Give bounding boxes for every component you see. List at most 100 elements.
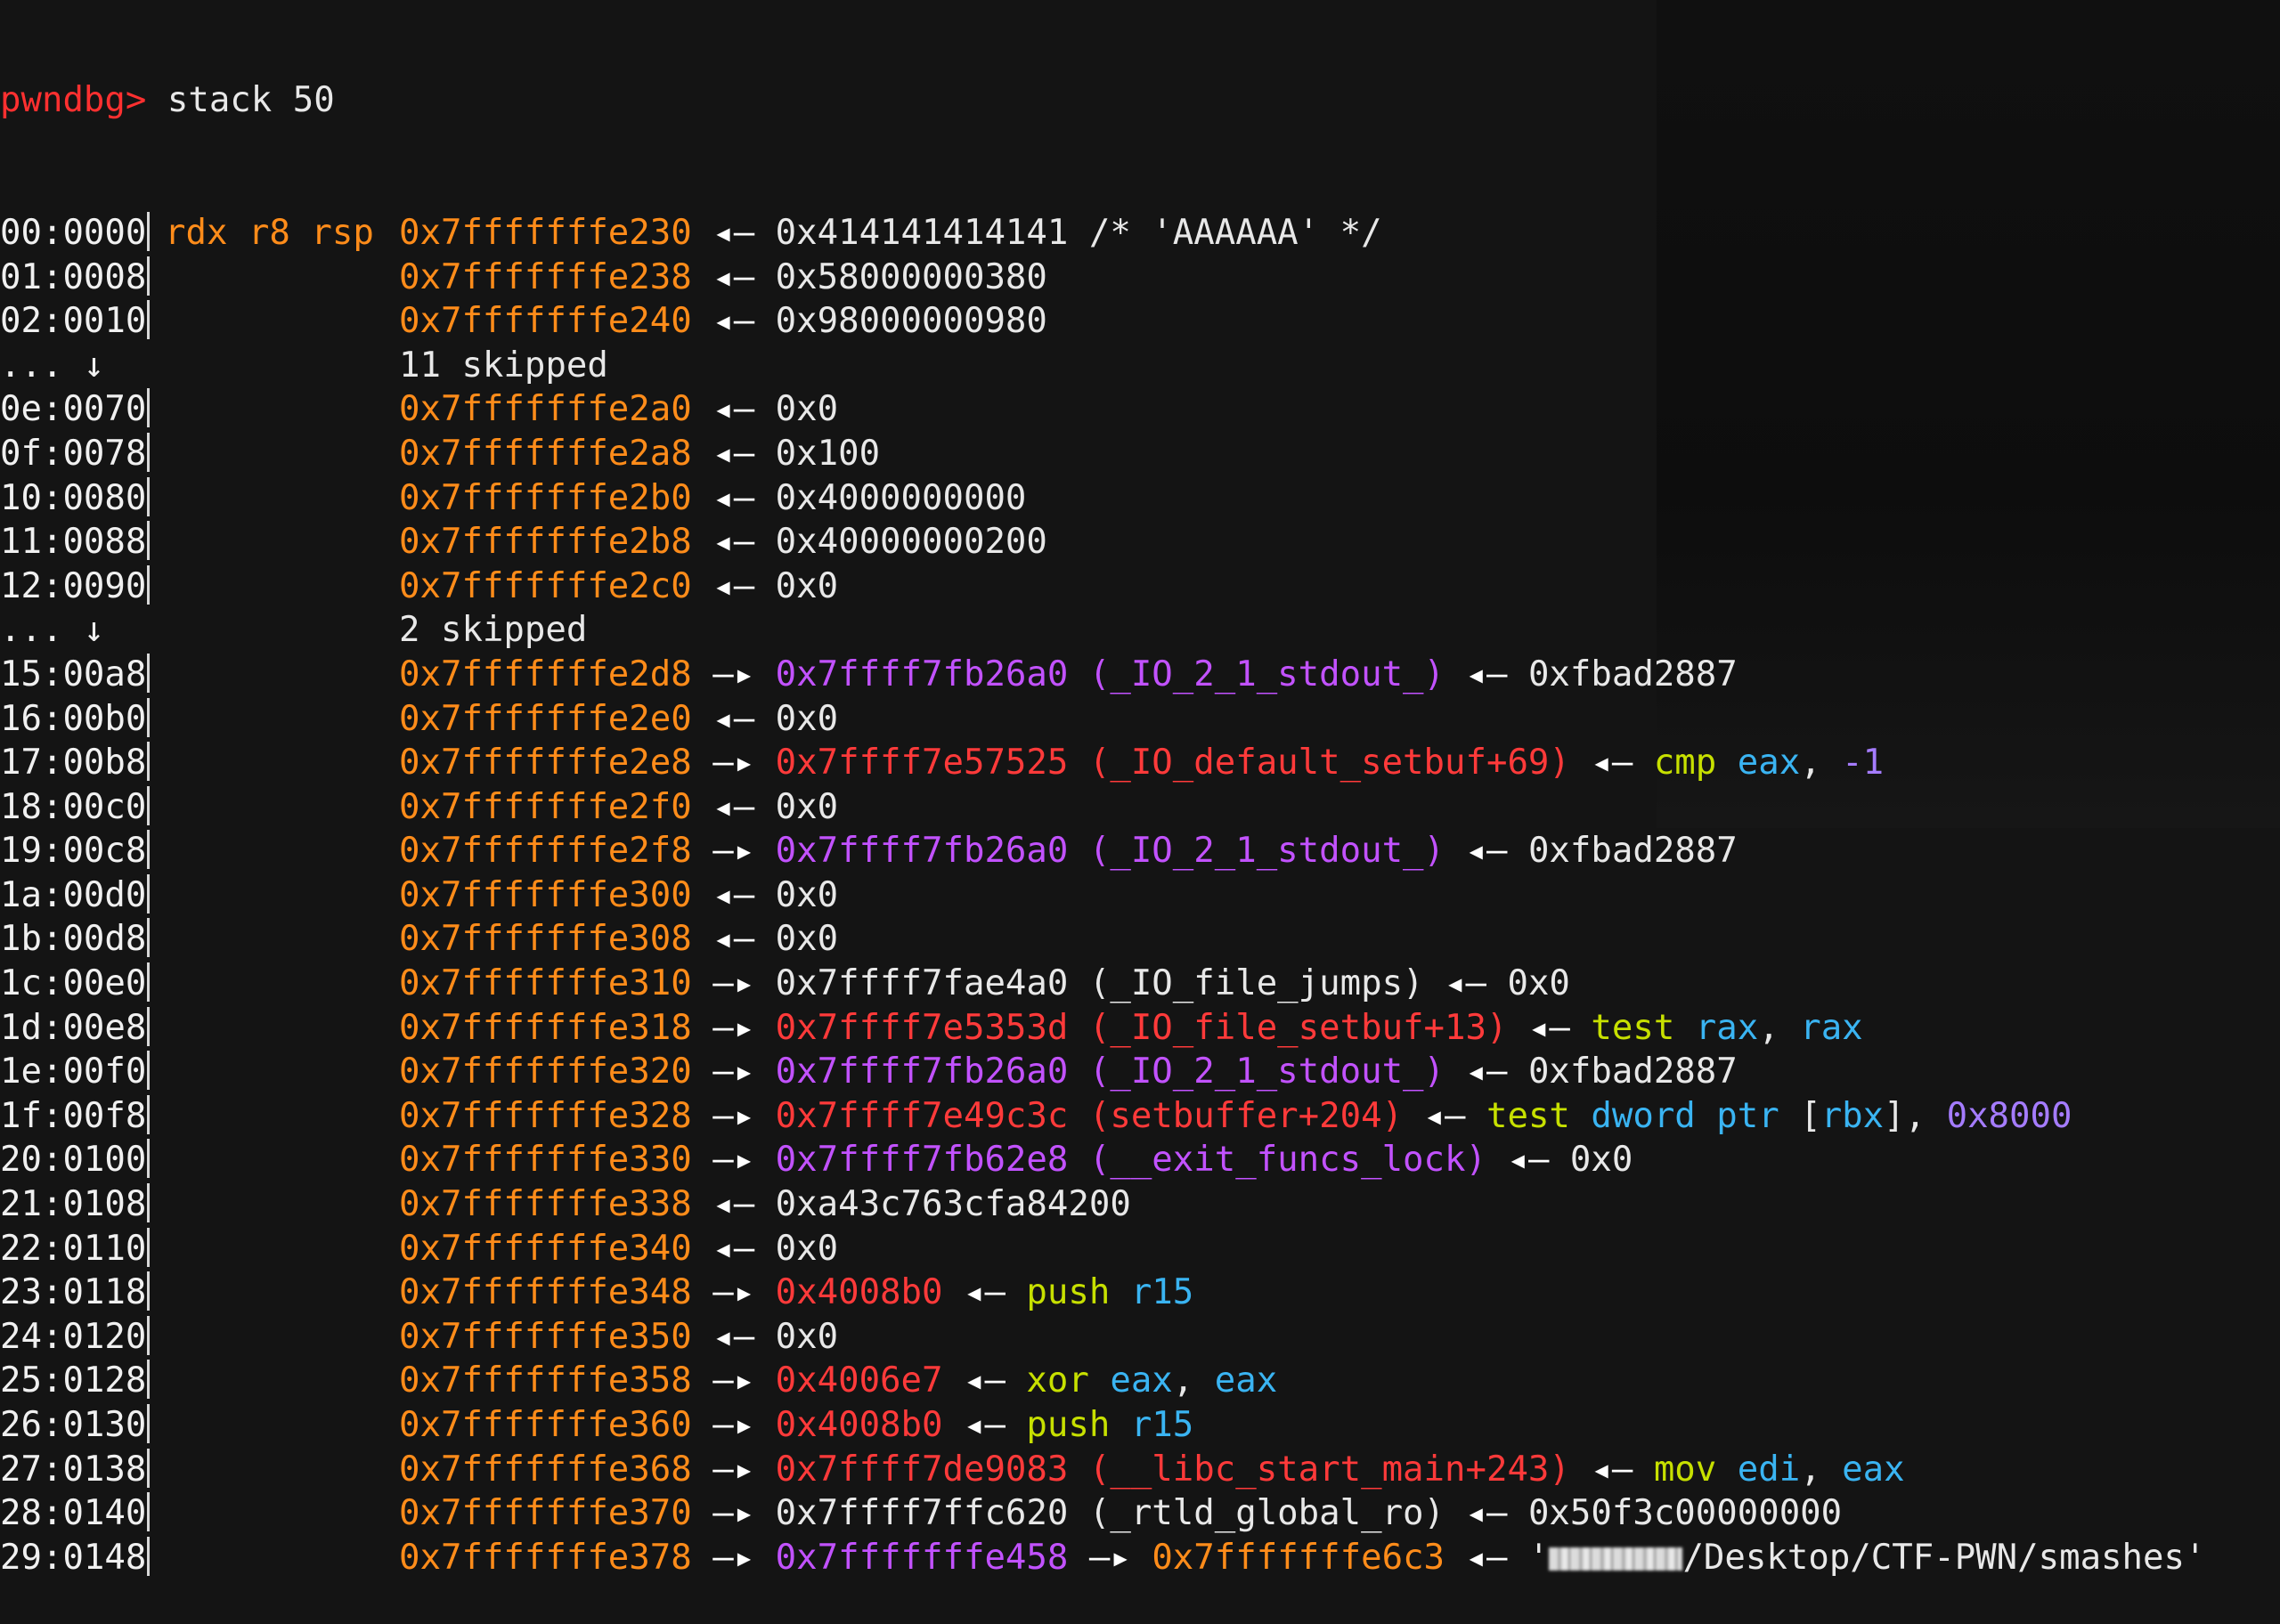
value-part: 0xfbad2887	[1527, 831, 1738, 872]
value-part: 0xa43c763cfa84200	[775, 1184, 1131, 1225]
value-part: ,	[1172, 1360, 1215, 1401]
value-part: -1	[1842, 743, 1885, 784]
command-text: stack 50	[146, 80, 335, 121]
stack-address: 0x7fffffffe320	[399, 1052, 692, 1092]
value-part: 0x0	[775, 565, 839, 606]
value-part: ,	[1800, 1449, 1843, 1490]
stack-row: 19:00c8 0x7fffffffe2f8 —▸ 0x7ffff7fb26a0 …	[0, 829, 2205, 873]
stack-row: 1c:00e0 0x7fffffffe310 —▸ 0x7ffff7fae4a0 …	[0, 962, 2205, 1006]
value-part: ◂—	[1445, 1493, 1528, 1534]
stack-row: 02:0010 0x7fffffffe240 ◂— 0x98000000980	[0, 299, 2205, 344]
value-part: 0x7ffff7e49c3c (setbuffer+204)	[775, 1095, 1404, 1136]
stack-row: 01:0008 0x7fffffffe238 ◂— 0x58000000380	[0, 256, 2205, 300]
value-part: 0x7ffff7de9083 (__libc_start_main+243)	[775, 1449, 1570, 1490]
value-part: 0xfbad2887	[1527, 1052, 1738, 1092]
stack-row: 1a:00d0 0x7fffffffe300 ◂— 0x0	[0, 873, 2205, 918]
value-part: /Desktop/CTF-PWN/smashes'	[1682, 1537, 2206, 1578]
value-part: 0x7ffff7ffc620 (_rtld_global_ro)	[775, 1493, 1445, 1534]
value-part: 0x7ffff7e5353d (_IO_file_setbuf+13)	[775, 1007, 1508, 1048]
value-part: 0x0	[775, 1316, 839, 1357]
pointer-arrow: —▸	[691, 1272, 776, 1313]
pointer-arrow: —▸	[691, 1007, 776, 1048]
pointer-arrow: —▸	[691, 1449, 776, 1490]
value-part: mov	[1653, 1449, 1738, 1490]
stack-address: 0x7fffffffe368	[399, 1449, 692, 1490]
value-part: 0x7ffff7fb62e8 (__exit_funcs_lock)	[775, 1140, 1486, 1181]
pointer-arrow: ◂—	[691, 1184, 776, 1225]
stack-row: 0f:0078 0x7fffffffe2a8 ◂— 0x100	[0, 432, 2205, 476]
column-separator	[147, 1051, 150, 1091]
column-separator	[147, 1536, 150, 1576]
stack-offset: 23:0118	[0, 1272, 147, 1313]
stack-address: 0x7fffffffe310	[399, 963, 692, 1004]
value-part: ◂—	[1403, 1095, 1486, 1136]
stack-offset: 10:0080	[0, 477, 147, 518]
value-part: 0x40000000200	[775, 522, 1047, 563]
stack-address: 0x7fffffffe370	[399, 1493, 692, 1534]
stack-row: 26:0130 0x7fffffffe360 —▸ 0x4008b0 ◂— pus…	[0, 1403, 2205, 1448]
value-part: [	[1800, 1095, 1821, 1136]
stack-address: 0x7fffffffe2e0	[399, 698, 692, 739]
pointer-arrow: ◂—	[691, 256, 776, 297]
value-part: —▸	[1068, 1537, 1152, 1578]
value-part: 0x98000000980	[775, 301, 1047, 342]
stack-address: 0x7fffffffe240	[399, 301, 692, 342]
stack-offset: 25:0128	[0, 1360, 147, 1401]
pointer-arrow: —▸	[691, 743, 776, 784]
value-part: ◂—	[1445, 1052, 1528, 1092]
value-part: ◂—	[942, 1405, 1027, 1445]
value-part: 0xfbad2887	[1527, 654, 1738, 694]
pointer-arrow: —▸	[691, 1095, 776, 1136]
value-part: 0x7ffff7e57525 (_IO_default_setbuf+69)	[775, 743, 1570, 784]
column-separator	[147, 873, 150, 914]
skip-marker: ... ↓	[0, 610, 105, 651]
value-part: push	[1026, 1405, 1131, 1445]
stack-offset: 12:0090	[0, 565, 147, 606]
stack-address: 0x7fffffffe300	[399, 874, 692, 915]
column-separator	[147, 1139, 150, 1179]
value-part: cmp	[1653, 743, 1738, 784]
stack-offset: 27:0138	[0, 1449, 147, 1490]
column-separator	[147, 1360, 150, 1400]
stack-offset: 1d:00e8	[0, 1007, 147, 1048]
stack-address: 0x7fffffffe378	[399, 1537, 692, 1578]
value-part: rax	[1800, 1007, 1863, 1048]
column-separator	[147, 1492, 150, 1532]
column-separator	[147, 1271, 150, 1311]
stack-row: 28:0140 0x7fffffffe370 —▸ 0x7ffff7ffc620 …	[0, 1491, 2205, 1536]
value-part: 0x7ffff7fb26a0 (_IO_2_1_stdout_)	[775, 654, 1445, 694]
stack-row: 27:0138 0x7fffffffe368 —▸ 0x7ffff7de9083 …	[0, 1448, 2205, 1492]
column-separator	[147, 918, 150, 958]
value-part: ],	[1884, 1095, 1947, 1136]
stack-offset: 1b:00d8	[0, 919, 147, 960]
stack-offset: 28:0140	[0, 1493, 147, 1534]
value-part: dword ptr	[1591, 1095, 1801, 1136]
column-separator	[147, 521, 150, 561]
value-part: ◂—	[1423, 963, 1508, 1004]
stack-offset: 0e:0070	[0, 389, 147, 430]
column-separator	[147, 1315, 150, 1355]
skip-count: 11 skipped	[399, 345, 608, 386]
stack-row: 1e:00f0 0x7fffffffe320 —▸ 0x7ffff7fb26a0 …	[0, 1050, 2205, 1094]
column-separator	[147, 1006, 150, 1046]
pointer-arrow: ◂—	[691, 786, 776, 827]
skipped-row: ... ↓ 2 skipped	[0, 608, 2205, 653]
stack-offset: 17:00b8	[0, 743, 147, 784]
stack-offset: 11:0088	[0, 522, 147, 563]
stack-offset: 24:0120	[0, 1316, 147, 1357]
value-part: ◂—	[1445, 1537, 1528, 1578]
pointer-arrow: ◂—	[691, 698, 776, 739]
stack-row: 00:0000 rdx r8 rsp 0x7fffffffe230 ◂— 0x414…	[0, 211, 2205, 256]
stack-row: 16:00b0 0x7fffffffe2e0 ◂— 0x0	[0, 697, 2205, 742]
value-part: 0x0	[775, 874, 839, 915]
pointer-arrow: ◂—	[691, 522, 776, 563]
value-part: 0x0	[775, 389, 839, 430]
stack-address: 0x7fffffffe340	[399, 1228, 692, 1269]
stack-row: 24:0120 0x7fffffffe350 ◂— 0x0	[0, 1315, 2205, 1360]
column-separator	[147, 256, 150, 296]
value-part: ◂—	[942, 1272, 1027, 1313]
stack-address: 0x7fffffffe2b0	[399, 477, 692, 518]
stack-offset: 15:00a8	[0, 654, 147, 694]
terminal-output[interactable]: pwndbg> stack 50 00:0000 rdx r8 rsp 0x7fff…	[0, 0, 2205, 1624]
stack-offset: 1c:00e0	[0, 963, 147, 1004]
